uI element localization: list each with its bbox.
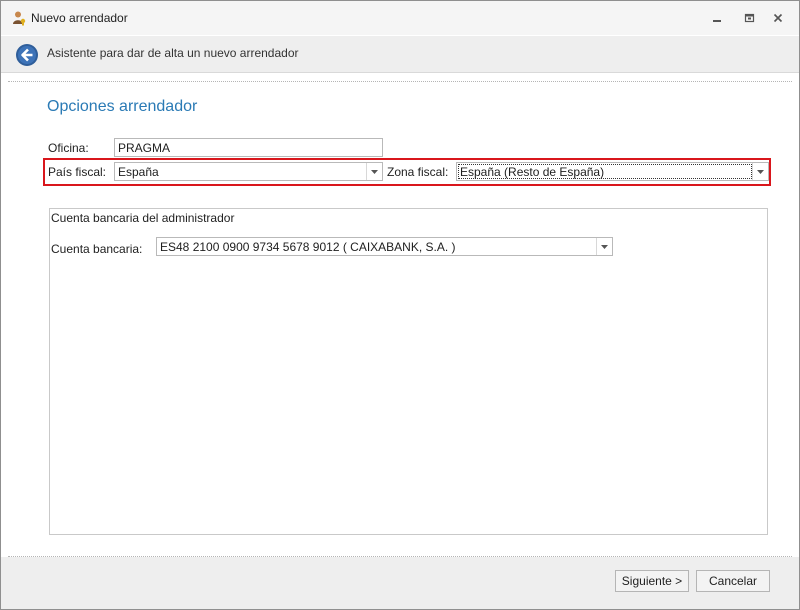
- pais-fiscal-label: País fiscal:: [48, 165, 107, 179]
- pais-fiscal-dropdown-button[interactable]: [366, 163, 382, 180]
- user-key-icon: [13, 11, 26, 26]
- zona-fiscal-dropdown-button[interactable]: [752, 163, 768, 180]
- minimize-button[interactable]: [706, 9, 728, 27]
- restore-button[interactable]: [738, 9, 760, 27]
- zona-fiscal-value: España (Resto de España): [460, 165, 605, 179]
- oficina-field[interactable]: PRAGMA: [114, 138, 383, 157]
- cuenta-bancaria-value: ES48 2100 0900 9734 5678 9012 ( CAIXABAN…: [160, 240, 456, 254]
- divider: [8, 81, 792, 82]
- oficina-label: Oficina:: [48, 141, 89, 155]
- chevron-down-icon: [601, 244, 608, 249]
- wizard-window: Nuevo arrendador Asistente para dar de a…: [0, 0, 800, 610]
- next-button[interactable]: Siguiente >: [615, 570, 689, 592]
- bank-group-title: Cuenta bancaria del administrador: [51, 211, 235, 225]
- close-button[interactable]: [767, 9, 789, 27]
- title-bar: Nuevo arrendador: [1, 1, 799, 35]
- chevron-down-icon: [371, 169, 378, 174]
- pais-fiscal-value: España: [118, 165, 159, 179]
- minimize-icon: [713, 20, 721, 22]
- pais-fiscal-select[interactable]: España: [114, 162, 383, 181]
- cancel-button[interactable]: Cancelar: [696, 570, 770, 592]
- wizard-header-text: Asistente para dar de alta un nuevo arre…: [47, 46, 299, 60]
- window-title: Nuevo arrendador: [31, 11, 128, 25]
- close-icon: [773, 13, 783, 23]
- restore-icon: [744, 13, 754, 23]
- cuenta-bancaria-dropdown-button[interactable]: [596, 238, 612, 255]
- chevron-down-icon: [757, 169, 764, 174]
- zona-fiscal-select[interactable]: España (Resto de España): [456, 162, 769, 181]
- cuenta-bancaria-label: Cuenta bancaria:: [51, 242, 143, 256]
- zona-fiscal-label: Zona fiscal:: [387, 165, 449, 179]
- bank-account-group: [49, 208, 768, 535]
- back-arrow-icon[interactable]: [15, 43, 39, 67]
- cuenta-bancaria-select[interactable]: ES48 2100 0900 9734 5678 9012 ( CAIXABAN…: [156, 237, 613, 256]
- page-title: Opciones arrendador: [47, 98, 198, 115]
